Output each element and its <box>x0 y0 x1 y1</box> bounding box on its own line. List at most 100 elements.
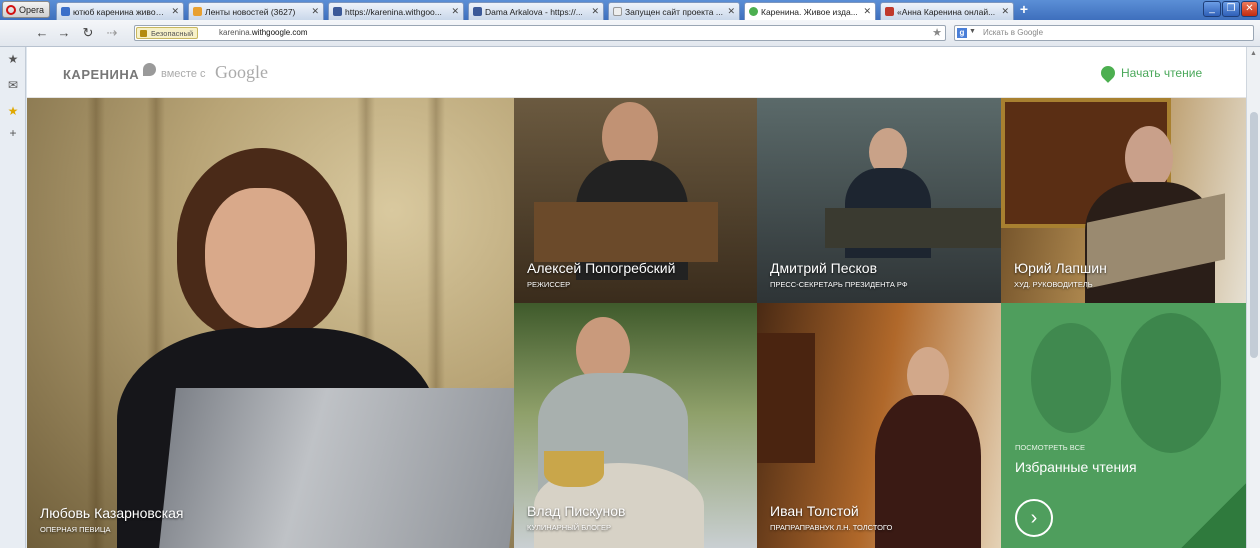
bookmarks-star-icon[interactable]: ★ <box>5 51 21 67</box>
reader-name: Иван Толстой <box>770 503 859 519</box>
reader-role: РЕЖИССЕР <box>527 280 571 289</box>
notes-icon[interactable]: ★ <box>5 103 21 119</box>
browser-tab[interactable]: Ленты новостей (3627) ✕ <box>188 2 324 20</box>
url-text: karenina.withgoogle.com <box>219 28 308 37</box>
reader-name: Алексей Попогребский <box>527 260 676 276</box>
start-reading-button[interactable]: Начать чтение <box>1098 63 1203 83</box>
scroll-up-icon[interactable]: ▲ <box>1250 50 1257 57</box>
browser-tab-active[interactable]: Каренина. Живое изда... ✕ <box>744 2 876 20</box>
reader-caption: Влад Пискунов КУЛИНАРНЫЙ БЛОГЕР <box>527 503 625 532</box>
maximize-button[interactable]: ❐ <box>1222 1 1240 17</box>
facebook-icon <box>333 7 342 16</box>
browser-tab[interactable]: Dama Arkalova - https://... ✕ <box>468 2 604 20</box>
tab-label: Dama Arkalova - https://... <box>485 6 583 17</box>
browser-tab[interactable]: https://karenina.withgoo... ✕ <box>328 2 464 20</box>
close-tab-icon[interactable]: ✕ <box>171 6 179 17</box>
url-prefix: karenina. <box>219 28 252 37</box>
facebook-icon <box>473 7 482 16</box>
new-tab-button[interactable]: + <box>1017 2 1031 18</box>
opera-menu-button[interactable]: Opera <box>2 1 50 18</box>
secure-label: Безопасный <box>151 29 194 38</box>
reader-caption: Юрий Лапшин ХУД. РУКОВОДИТЕЛЬ <box>1014 260 1107 289</box>
close-tab-icon[interactable]: ✕ <box>311 6 319 17</box>
reader-name: Юрий Лапшин <box>1014 260 1107 276</box>
browser-tab[interactable]: «Анна Каренина онлай... ✕ <box>880 2 1014 20</box>
reload-button[interactable]: ↻ <box>80 25 96 41</box>
search-field[interactable]: g ▼ Искать в Google <box>954 25 1254 41</box>
lock-icon <box>140 30 147 37</box>
leaf-icon <box>1098 63 1118 83</box>
close-tab-icon[interactable]: ✕ <box>727 6 735 17</box>
reader-role: ОПЕРНАЯ ПЕВИЦА <box>40 525 111 534</box>
security-badge[interactable]: Безопасный <box>136 27 199 39</box>
reader-role: ПРАПРАПРАВНУК Л.Н. ТОЛСТОГО <box>770 523 893 532</box>
tab-label: «Анна Каренина онлай... <box>897 6 996 17</box>
chevron-down-icon[interactable]: ▼ <box>969 28 976 35</box>
address-toolbar: ← → ↻ ⇢ Безопасный karenina.withgoogle.c… <box>0 20 1260 47</box>
karenina-favicon-icon <box>749 7 758 16</box>
url-domain: withgoogle.com <box>251 28 308 37</box>
page-fold <box>1181 483 1246 548</box>
scroll-thumb[interactable] <box>1250 112 1258 358</box>
reader-caption: Алексей Попогребский РЕЖИССЕР <box>527 260 675 289</box>
reader-tile[interactable]: Юрий Лапшин ХУД. РУКОВОДИТЕЛЬ <box>1001 98 1246 303</box>
reader-caption: Любовь Казарновская ОПЕРНАЯ ПЕВИЦА <box>40 505 184 534</box>
close-tab-icon[interactable]: ✕ <box>863 6 871 17</box>
minimize-button[interactable]: _ <box>1203 1 1221 17</box>
tab-label: ютюб каренина живое ... <box>73 6 169 17</box>
site-header: КАРЕНИНА вместе с Google Начать чтение <box>27 47 1246 98</box>
close-tab-icon[interactable]: ✕ <box>1001 6 1009 17</box>
reader-role: ХУД. РУКОВОДИТЕЛЬ <box>1014 280 1093 289</box>
reader-tile[interactable]: Алексей Попогребский РЕЖИССЕР <box>514 98 757 303</box>
web-page: КАРЕНИНА вместе с Google Начать чтение Л… <box>27 47 1246 548</box>
tab-label: https://karenina.withgoo... <box>345 6 442 17</box>
reader-role: ПРЕСС-СЕКРЕТАРЬ ПРЕЗИДЕНТА РФ <box>770 280 908 289</box>
add-panel-icon[interactable]: + <box>5 125 21 141</box>
browser-tab[interactable]: Запущен сайт проекта ... ✕ <box>608 2 740 20</box>
address-bar[interactable]: Безопасный karenina.withgoogle.com ★ <box>134 25 946 41</box>
back-button[interactable]: ← <box>34 25 50 41</box>
search-placeholder: Искать в Google <box>983 28 1044 37</box>
tab-label: Каренина. Живое изда... <box>761 6 858 17</box>
close-window-button[interactable]: ✕ <box>1241 1 1258 17</box>
fast-forward-icon[interactable]: ⇢ <box>104 25 120 41</box>
feed-icon <box>193 7 202 16</box>
reader-name: Влад Пискунов <box>527 503 626 519</box>
mail-icon[interactable]: ✉ <box>5 77 21 93</box>
browser-tab[interactable]: ютюб каренина живое ... ✕ <box>56 2 184 20</box>
featured-readings-tile[interactable]: ПОСМОТРЕТЬ ВСЕ Избранные чтения › <box>1001 303 1246 548</box>
browser-window: Opera ютюб каренина живое ... ✕ Ленты но… <box>0 0 1260 548</box>
tab-bar: Opera ютюб каренина живое ... ✕ Ленты но… <box>0 0 1260 20</box>
featured-title[interactable]: Избранные чтения <box>1015 459 1137 475</box>
vertical-scrollbar[interactable]: ▲ <box>1246 47 1260 548</box>
tab-label: Ленты новостей (3627) <box>205 6 296 17</box>
close-tab-icon[interactable]: ✕ <box>591 6 599 17</box>
chevron-right-icon[interactable]: › <box>1015 499 1053 537</box>
opera-menu-label: Opera <box>19 4 45 15</box>
with-text: вместе с <box>161 68 206 80</box>
site-logo[interactable]: КАРЕНИНА <box>63 67 139 82</box>
side-panel: ★ ✉ ★ + <box>0 47 26 548</box>
bookmark-star-icon[interactable]: ★ <box>932 26 942 39</box>
reader-tile[interactable]: Иван Толстой ПРАПРАПРАВНУК Л.Н. ТОЛСТОГО <box>757 303 1001 548</box>
reader-caption: Дмитрий Песков ПРЕСС-СЕКРЕТАРЬ ПРЕЗИДЕНТ… <box>770 260 908 289</box>
reader-role: КУЛИНАРНЫЙ БЛОГЕР <box>527 523 611 532</box>
close-tab-icon[interactable]: ✕ <box>451 6 459 17</box>
reader-tile[interactable]: Влад Пискунов КУЛИНАРНЫЙ БЛОГЕР <box>514 303 757 548</box>
reader-name: Дмитрий Песков <box>770 260 878 276</box>
forward-button[interactable]: → <box>56 25 72 41</box>
opera-logo-icon <box>6 4 16 15</box>
video-favicon-icon <box>885 7 894 16</box>
search-engine-icon[interactable]: g <box>957 28 967 38</box>
leaf-icon <box>143 63 156 76</box>
view-all-label[interactable]: ПОСМОТРЕТЬ ВСЕ <box>1015 443 1085 452</box>
page-icon <box>613 7 622 16</box>
tab-label: Запущен сайт проекта ... <box>625 6 723 17</box>
reader-name: Любовь Казарновская <box>40 505 184 521</box>
start-reading-label: Начать чтение <box>1121 66 1203 80</box>
reader-caption: Иван Толстой ПРАПРАПРАВНУК Л.Н. ТОЛСТОГО <box>770 503 892 532</box>
reader-tile[interactable]: Любовь Казарновская ОПЕРНАЯ ПЕВИЦА <box>27 98 514 548</box>
reader-tile[interactable]: Дмитрий Песков ПРЕСС-СЕКРЕТАРЬ ПРЕЗИДЕНТ… <box>757 98 1001 303</box>
google-favicon-icon <box>61 7 70 16</box>
google-logo: Google <box>215 62 268 82</box>
